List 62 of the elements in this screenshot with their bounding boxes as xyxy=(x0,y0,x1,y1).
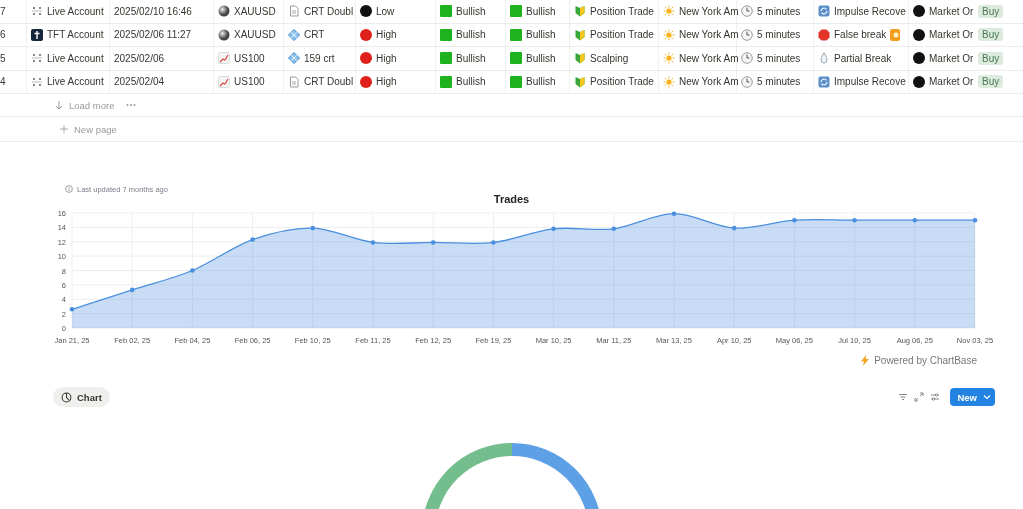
account-name: Live Account xyxy=(47,5,104,17)
trade-date: 2025/02/04 xyxy=(114,76,165,88)
trade-style: Position Trade xyxy=(590,5,654,17)
order-type: Market Or xyxy=(929,76,974,88)
trade-date: 2025/02/06 xyxy=(114,52,165,64)
side-tag: Buy xyxy=(978,4,1004,18)
timeframe: 5 minutes xyxy=(757,5,801,17)
chart-view-tab[interactable]: Chart xyxy=(53,387,110,407)
bias-label: Bullish xyxy=(456,52,486,64)
entry-type: Partial Break xyxy=(834,52,892,64)
symbol-name: XAUUSD xyxy=(234,29,276,41)
account-name: Live Account xyxy=(47,52,104,64)
setup-name: 159 crt xyxy=(304,52,335,64)
account-name: TFT Account xyxy=(47,29,104,41)
session-name: New York Am xyxy=(679,52,739,64)
timeframe: 5 minutes xyxy=(757,76,801,88)
side-tag: Buy xyxy=(978,51,1004,65)
session-name: New York Am xyxy=(679,76,739,88)
side-tag: Buy xyxy=(978,75,1004,89)
risk-level: Low xyxy=(376,5,395,17)
bias-label: Bullish xyxy=(456,76,486,88)
symbol-name: US100 xyxy=(234,52,265,64)
new-button[interactable]: New xyxy=(950,388,995,406)
setup-name: CRT xyxy=(304,29,325,41)
order-type: Market Or xyxy=(929,29,974,41)
order-type: Market Or xyxy=(929,52,974,64)
row-number: 5 xyxy=(0,52,6,64)
bias-label: Bullish xyxy=(526,52,556,64)
entry-type: False break xyxy=(834,29,887,41)
trade-date: 2025/02/06 11:27 xyxy=(114,29,192,41)
risk-level: High xyxy=(376,29,397,41)
entry-type: Impulse Recove xyxy=(834,76,906,88)
order-type: Market Or xyxy=(929,5,974,17)
bias-label: Bullish xyxy=(526,5,556,17)
powered-by-text: Powered by ChartBase xyxy=(874,354,977,366)
account-name: Live Account xyxy=(47,76,104,88)
session-name: New York Am xyxy=(679,5,739,17)
risk-level: High xyxy=(376,52,397,64)
bias-label: Bullish xyxy=(526,29,556,41)
session-name: New York Am xyxy=(679,29,739,41)
symbol-name: XAUUSD xyxy=(234,5,276,17)
timeframe: 5 minutes xyxy=(757,29,801,41)
side-tag: Buy xyxy=(978,28,1004,42)
bias-label: Bullish xyxy=(526,76,556,88)
trade-date: 2025/02/10 16:46 xyxy=(114,5,192,17)
chart-title: Trades xyxy=(493,193,530,205)
load-more-link[interactable]: Load more xyxy=(69,99,115,111)
trade-style: Scalping xyxy=(590,52,629,64)
symbol-name: US100 xyxy=(234,76,265,88)
row-number: 4 xyxy=(0,76,6,88)
setup-name: CRT Doubl xyxy=(304,5,354,17)
row-number: 6 xyxy=(0,29,6,41)
risk-level: High xyxy=(376,76,397,88)
timeframe: 5 minutes xyxy=(757,52,801,64)
bias-label: Bullish xyxy=(456,29,486,41)
setup-name: CRT Doubl xyxy=(304,76,354,88)
row-number: 7 xyxy=(0,5,6,17)
entry-type: Impulse Recove xyxy=(834,5,906,17)
bias-label: Bullish xyxy=(456,5,486,17)
trade-style: Position Trade xyxy=(590,76,654,88)
trade-style: Position Trade xyxy=(590,29,654,41)
new-page-link[interactable]: New page xyxy=(74,123,117,135)
